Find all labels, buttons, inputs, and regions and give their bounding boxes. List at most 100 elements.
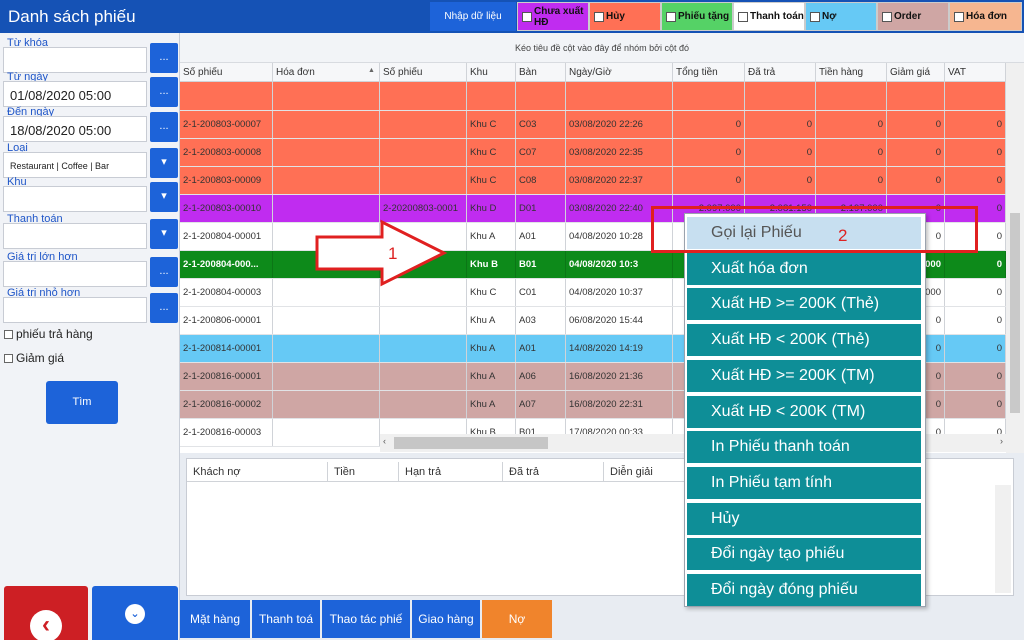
column-header[interactable]: Đã trả (745, 63, 816, 81)
table-cell: 0 (816, 139, 887, 166)
table-cell (273, 391, 380, 418)
from-date-picker-button[interactable]: ... (150, 77, 178, 107)
debt-column-header[interactable]: Hạn trả (399, 462, 503, 481)
scrollbar-thumb[interactable] (1010, 213, 1020, 413)
column-header[interactable]: Số phiếu (180, 63, 273, 81)
import-data-button[interactable]: Nhập dữ liệu (430, 2, 516, 31)
legend-filter-7[interactable]: Hóa đơn (949, 2, 1022, 31)
context-menu-item[interactable]: Xuất HĐ >= 200K (TM) (687, 359, 921, 392)
table-cell: 0 (673, 111, 745, 138)
table-row[interactable]: 2-1-200803-00007 Khu C C03 03/08/2020 22:26… (180, 111, 1006, 139)
discount-checkbox[interactable]: Giảm giá (4, 351, 64, 365)
context-menu-item[interactable]: In Phiếu thanh toán (687, 431, 921, 464)
table-cell: 2-1-200816-00003 (180, 419, 273, 446)
table-cell: A07 (516, 391, 566, 418)
column-header[interactable]: Hóa đơn (273, 63, 380, 81)
scroll-down-button[interactable]: ⌄ (92, 586, 178, 640)
context-menu-item[interactable]: Đổi ngày tạo phiếu (687, 538, 921, 571)
context-menu-item[interactable]: Xuất HĐ < 200K (TM) (687, 395, 921, 428)
annotation-step-1: 1 (388, 244, 398, 263)
legend-label: Thanh toán (750, 11, 804, 22)
vertical-scrollbar[interactable] (995, 485, 1011, 593)
less-than-button[interactable]: ... (150, 293, 178, 323)
table-cell: 0 (945, 363, 1006, 390)
table-cell: 2-1-200804-00001 (180, 223, 273, 250)
greater-than-button[interactable]: ... (150, 257, 178, 287)
checkbox-icon (882, 11, 892, 22)
checkbox-icon (738, 11, 748, 22)
from-date-input[interactable]: 01/08/2020 05:00 (3, 81, 147, 107)
table-cell: C08 (516, 167, 566, 194)
type-select[interactable]: Restaurant | Coffee | Bar (3, 152, 147, 178)
table-cell: 2-1-200804-000... (180, 251, 273, 278)
return-checkbox[interactable]: phiếu trả hàng (4, 327, 93, 341)
legend-filter-1[interactable]: Chưa xuất HĐ (517, 2, 589, 31)
checkbox-icon (666, 11, 676, 22)
legend-filter-4[interactable]: Thanh toán (733, 2, 805, 31)
table-cell: A01 (516, 223, 566, 250)
search-button[interactable]: Tìm (46, 381, 118, 424)
keyword-input[interactable] (3, 47, 147, 73)
filter-panel: Từ khóa ... Từ ngày 01/08/2020 05:00 ▾ .… (0, 33, 180, 640)
column-header[interactable]: Bàn (516, 63, 566, 81)
payment-select[interactable] (3, 223, 147, 249)
table-row[interactable]: 2-1-200803-00008 Khu C C07 03/08/2020 22:35… (180, 139, 1006, 167)
scrollbar-thumb[interactable] (394, 437, 548, 449)
type-dropdown-button[interactable]: ▾ (150, 148, 178, 178)
to-date-picker-button[interactable]: ... (150, 112, 178, 142)
column-header[interactable]: Số phiếu (380, 63, 467, 81)
table-cell: 2-1-200816-00001 (180, 363, 273, 390)
bottom-tab-1[interactable]: Mặt hàng (180, 600, 250, 638)
legend-filter-5[interactable]: Nợ (805, 2, 877, 31)
bottom-tab-5[interactable]: Nợ (482, 600, 552, 638)
bottom-tab-4[interactable]: Giao hàng (412, 600, 480, 638)
table-cell: D01 (516, 195, 566, 222)
scroll-left-icon[interactable]: ‹ (383, 436, 386, 446)
legend-filter-6[interactable]: Order (877, 2, 949, 31)
column-header[interactable]: Ngày/Giờ (566, 63, 673, 81)
context-menu-item[interactable]: Xuất HĐ >= 200K (Thẻ) (687, 288, 921, 321)
sort-asc-icon[interactable]: ▲ (368, 67, 375, 74)
bottom-tab-2[interactable]: Thanh toá (252, 600, 320, 638)
debt-column-header[interactable]: Khách nợ (187, 462, 328, 481)
to-date-input[interactable]: 18/08/2020 05:00 (3, 116, 147, 142)
context-menu-item[interactable]: Đổi ngày đóng phiếu (687, 574, 921, 606)
table-row[interactable] (180, 82, 1006, 111)
legend-filter-3[interactable]: Phiếu tặng (661, 2, 733, 31)
table-row[interactable]: 2-1-200803-00009 Khu C C08 03/08/2020 22:37… (180, 167, 1006, 195)
table-cell: 2-1-200803-00007 (180, 111, 273, 138)
checkbox-icon (810, 11, 820, 22)
table-cell: Khu A (467, 307, 516, 334)
vertical-scrollbar[interactable] (1006, 63, 1024, 453)
column-header[interactable]: Tiền hàng (816, 63, 887, 81)
table-cell: 14/08/2020 14:19 (566, 335, 673, 362)
table-cell (273, 363, 380, 390)
debt-column-header[interactable]: Tiền (328, 462, 399, 481)
scroll-right-icon[interactable]: › (1000, 436, 1003, 446)
back-button[interactable]: ‹ (4, 586, 88, 640)
column-header[interactable]: Tổng tiền (673, 63, 745, 81)
context-menu-item[interactable]: Hủy (687, 502, 921, 535)
table-cell: Khu A (467, 335, 516, 362)
debt-column-header[interactable]: Đã trả (503, 462, 604, 481)
area-select[interactable] (3, 186, 147, 212)
legend-filter-2[interactable]: Hủy (589, 2, 661, 31)
table-cell (273, 195, 380, 222)
payment-dropdown-button[interactable]: ▾ (150, 219, 178, 249)
context-menu-item[interactable]: Xuất HĐ < 200K (Thẻ) (687, 324, 921, 357)
keyword-picker-button[interactable]: ... (150, 43, 178, 73)
table-cell (380, 335, 467, 362)
table-cell (673, 82, 745, 110)
bottom-tab-3[interactable]: Thao tác phiế (322, 600, 410, 638)
context-menu-item[interactable]: Xuất hóa đơn (687, 252, 921, 285)
area-dropdown-button[interactable]: ▾ (150, 182, 178, 212)
column-header[interactable]: Khu (467, 63, 516, 81)
context-menu-item[interactable]: In Phiếu tạm tính (687, 466, 921, 499)
table-cell: A06 (516, 363, 566, 390)
greater-than-input[interactable] (3, 261, 147, 287)
less-than-input[interactable] (3, 297, 147, 323)
table-cell: C07 (516, 139, 566, 166)
debt-column-header[interactable]: Diễn giải (604, 462, 685, 481)
column-header[interactable]: Giảm giá (887, 63, 945, 81)
column-header[interactable]: VAT (945, 63, 1006, 81)
